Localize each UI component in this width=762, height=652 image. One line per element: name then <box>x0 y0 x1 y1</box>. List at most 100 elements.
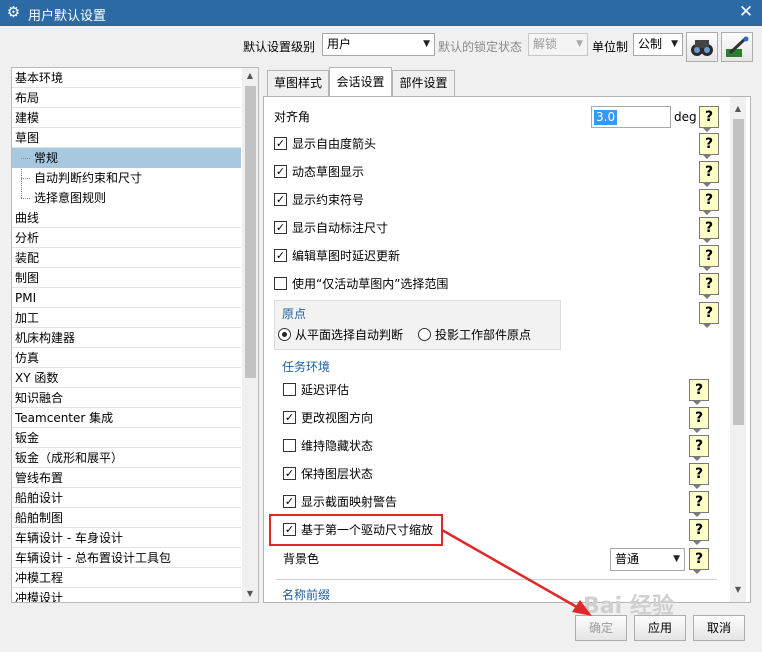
manage-button[interactable] <box>721 32 753 62</box>
tree-item[interactable]: 知识融合 <box>12 388 241 408</box>
find-button[interactable] <box>686 32 718 62</box>
origin-radio-project[interactable]: 投影工作部件原点 <box>418 324 531 346</box>
tree-item[interactable]: 钣金（成形和展平） <box>12 448 241 468</box>
tree-item[interactable]: XY 函数 <box>12 368 241 388</box>
scroll-up-icon[interactable]: ▲ <box>242 68 258 84</box>
tree-item[interactable]: 草图 <box>12 128 241 148</box>
tree-item[interactable]: 常规 <box>12 148 241 168</box>
tree-item[interactable]: 布局 <box>12 88 241 108</box>
tab-part-settings[interactable]: 部件设置 <box>392 70 455 96</box>
tree-item[interactable]: 自动判断约束和尺寸 <box>12 168 241 188</box>
tree-item[interactable]: 加工 <box>12 308 241 328</box>
checkbox-checked-icon[interactable]: ✓ <box>274 165 287 178</box>
tree-item[interactable]: 选择意图规则 <box>12 188 241 208</box>
tree-item[interactable]: Teamcenter 集成 <box>12 408 241 428</box>
snap-angle-input[interactable]: 3.0 <box>591 106 671 128</box>
help-icon[interactable]: ? <box>689 435 709 461</box>
help-icon[interactable]: ? <box>699 245 719 271</box>
tab-sketch-style[interactable]: 草图样式 <box>267 70 329 96</box>
checkbox-checked-icon[interactable]: ✓ <box>274 193 287 206</box>
scroll-up-icon[interactable]: ▲ <box>730 101 746 117</box>
level-select[interactable]: 用户 ▼ <box>322 33 435 56</box>
snap-angle-value: 3.0 <box>594 110 618 125</box>
checkbox-icon[interactable] <box>283 383 296 396</box>
help-icon[interactable]: ? <box>689 491 709 517</box>
help-icon[interactable]: ? <box>699 106 719 132</box>
tree-item[interactable]: 装配 <box>12 248 241 268</box>
cancel-button[interactable]: 取消 <box>693 615 745 641</box>
help-icon[interactable]: ? <box>689 379 709 405</box>
checkbox-checked-icon[interactable]: ✓ <box>274 221 287 234</box>
origin-radio-project-label: 投影工作部件原点 <box>435 328 532 342</box>
help-icon[interactable]: ? <box>689 407 709 433</box>
gear-icon: ⚙ <box>6 3 21 21</box>
tree-item[interactable]: 建模 <box>12 108 241 128</box>
unit-label: 单位制 <box>592 40 629 54</box>
checkbox-option[interactable]: ✓ 保持图层状态 <box>283 463 373 485</box>
help-icon[interactable]: ? <box>689 548 709 574</box>
chevron-down-icon: ▼ <box>576 39 583 49</box>
help-icon[interactable]: ? <box>699 273 719 299</box>
bg-color-value: 普通 <box>615 552 640 566</box>
checkbox-option[interactable]: ✓ 显示自动标注尺寸 <box>274 217 388 239</box>
help-icon[interactable]: ? <box>699 302 719 328</box>
checkbox-checked-icon[interactable]: ✓ <box>283 467 296 480</box>
checkbox-option[interactable]: 延迟评估 <box>283 379 349 401</box>
tab-session-settings[interactable]: 会话设置 <box>329 67 392 97</box>
checkbox-icon[interactable] <box>283 439 296 452</box>
scroll-thumb[interactable] <box>245 86 256 378</box>
scroll-down-icon[interactable]: ▼ <box>242 586 258 602</box>
help-icon[interactable]: ? <box>689 519 709 545</box>
tree-scrollbar[interactable]: ▲ ▼ <box>242 68 258 602</box>
tree-item[interactable]: 船舶设计 <box>12 488 241 508</box>
checkbox-label: 显示约束符号 <box>292 193 365 207</box>
checkbox-checked-icon[interactable]: ✓ <box>283 411 296 424</box>
panel-scrollbar[interactable]: ▲ ▼ <box>730 97 746 602</box>
help-icon[interactable]: ? <box>699 133 719 159</box>
tree-item[interactable]: 仿真 <box>12 348 241 368</box>
tree-item[interactable]: 车辆设计 - 车身设计 <box>12 528 241 548</box>
origin-radio-auto[interactable]: 从平面选择自动判断 <box>278 324 403 346</box>
checkbox-label: 编辑草图时延迟更新 <box>292 249 401 263</box>
help-icon[interactable]: ? <box>699 189 719 215</box>
tree-item[interactable]: 船舶制图 <box>12 508 241 528</box>
tree-item[interactable]: 制图 <box>12 268 241 288</box>
tree-item[interactable]: 管线布置 <box>12 468 241 488</box>
checkbox-checked-icon[interactable]: ✓ <box>283 495 296 508</box>
help-icon[interactable]: ? <box>699 161 719 187</box>
bg-color-select[interactable]: 普通 ▼ <box>610 548 685 571</box>
checkbox-icon[interactable] <box>274 277 287 290</box>
checkbox-checked-icon[interactable]: ✓ <box>274 137 287 150</box>
scroll-down-icon[interactable]: ▼ <box>730 582 746 598</box>
checkbox-label: 延迟评估 <box>301 383 350 397</box>
tree-item[interactable]: 冲模工程 <box>12 568 241 588</box>
tree-item[interactable]: 基本环境 <box>12 68 241 88</box>
checkbox-option[interactable]: ✓ 编辑草图时延迟更新 <box>274 245 400 267</box>
tree-item[interactable]: 曲线 <box>12 208 241 228</box>
checkbox-option[interactable]: ✓ 更改视图方向 <box>283 407 373 429</box>
checkbox-option[interactable]: ✓ 显示自由度箭头 <box>274 133 376 155</box>
checkbox-label: 显示自动标注尺寸 <box>292 221 389 235</box>
tree-item[interactable]: PMI <box>12 288 241 308</box>
apply-button[interactable]: 应用 <box>634 615 686 641</box>
ok-button[interactable]: 确定 <box>575 615 627 641</box>
help-icon[interactable]: ? <box>689 463 709 489</box>
bg-color-label: 背景色 <box>283 552 320 566</box>
tree-item[interactable]: 分析 <box>12 228 241 248</box>
checkbox-option[interactable]: ✓ 显示截面映射警告 <box>283 491 397 513</box>
checkbox-option[interactable]: 使用“仅活动草图内”选择范围 <box>274 273 448 295</box>
checkbox-option[interactable]: ✓ 显示约束符号 <box>274 189 364 211</box>
checkbox-label: 保持图层状态 <box>301 467 374 481</box>
tree-item[interactable]: 冲模设计 <box>12 588 241 602</box>
snap-angle-unit: deg <box>674 110 697 124</box>
checkbox-option[interactable]: 维持隐藏状态 <box>283 435 373 457</box>
close-button[interactable]: ✕ <box>736 2 756 22</box>
help-icon[interactable]: ? <box>699 217 719 243</box>
tree-item[interactable]: 车辆设计 - 总布置设计工具包 <box>12 548 241 568</box>
checkbox-option[interactable]: ✓ 动态草图显示 <box>274 161 364 183</box>
checkbox-checked-icon[interactable]: ✓ <box>274 249 287 262</box>
tree-item[interactable]: 钣金 <box>12 428 241 448</box>
tree-item[interactable]: 机床构建器 <box>12 328 241 348</box>
scroll-thumb[interactable] <box>733 119 744 425</box>
unit-select[interactable]: 公制 ▼ <box>633 33 683 56</box>
